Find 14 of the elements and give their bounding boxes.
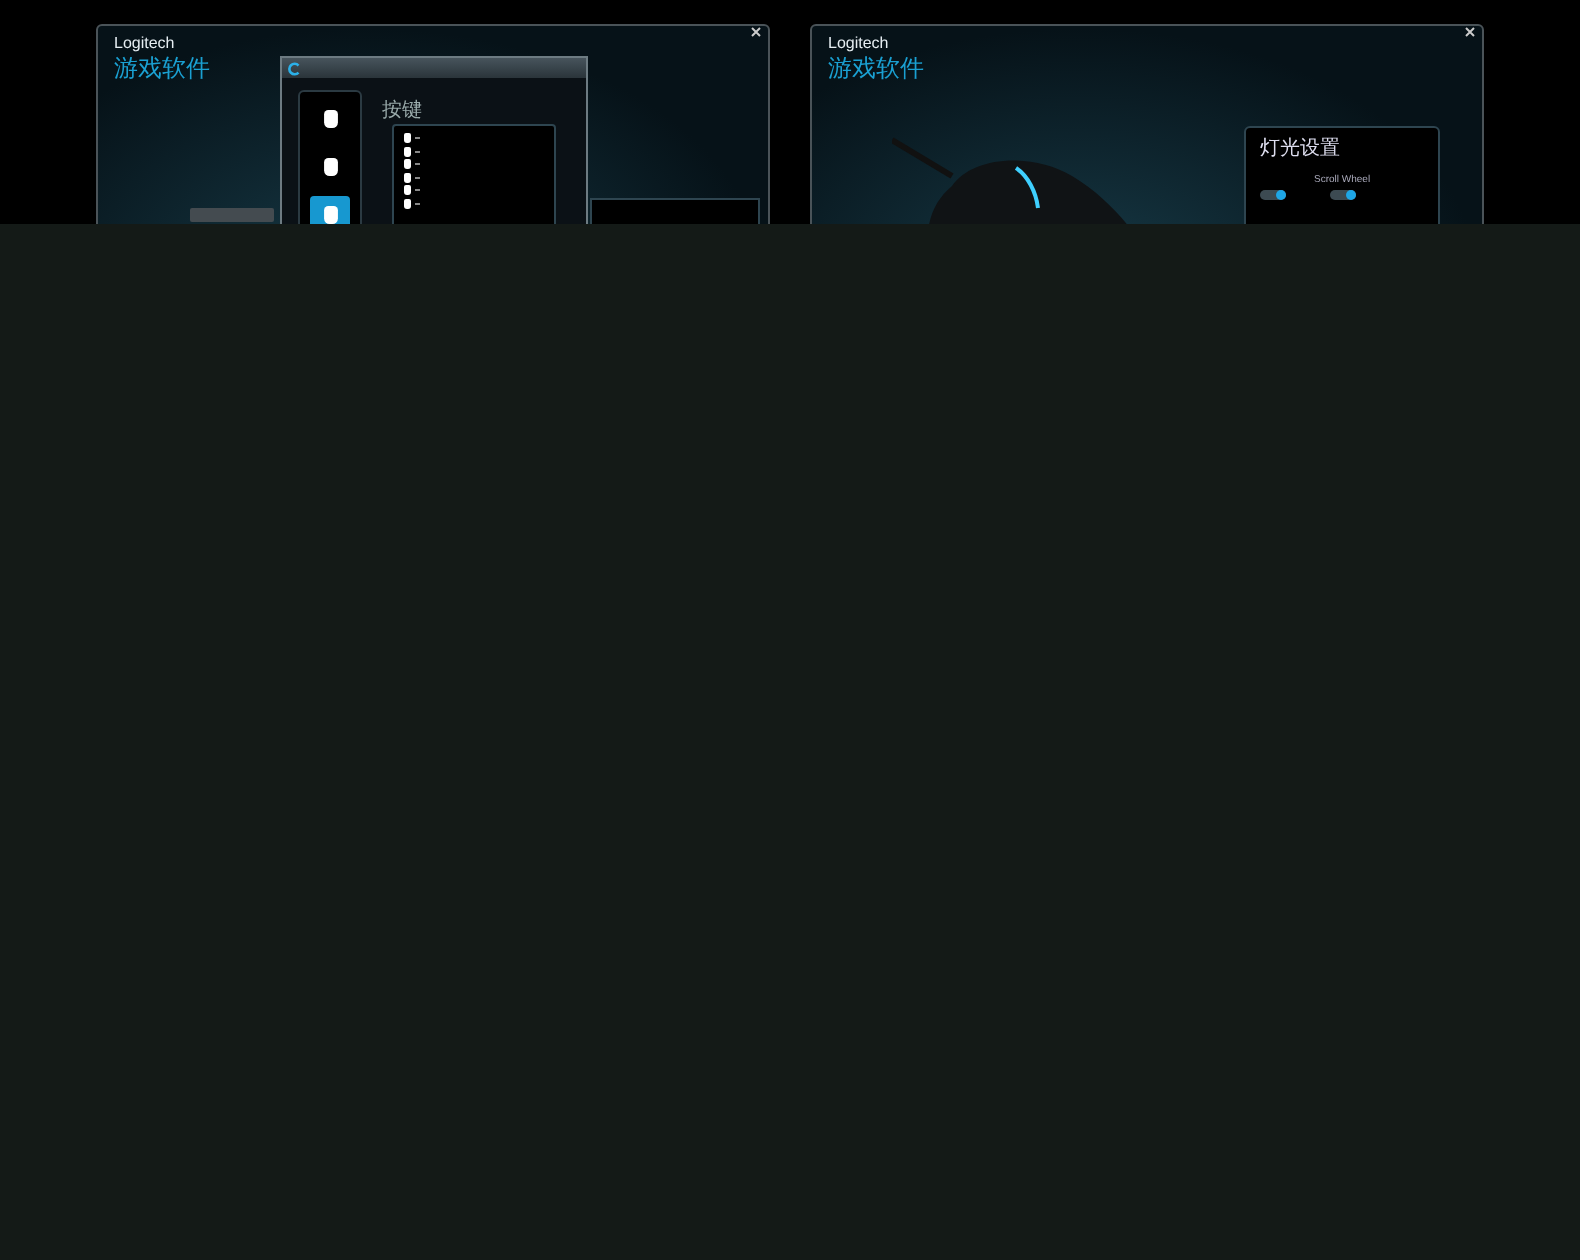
section-label: 按键 bbox=[382, 102, 422, 122]
brand-label: Logitech bbox=[114, 34, 175, 54]
close-icon[interactable] bbox=[750, 26, 762, 38]
mouse-icon bbox=[323, 205, 337, 223]
toggle-switch[interactable] bbox=[1260, 190, 1286, 200]
toggle-switch[interactable] bbox=[1329, 190, 1356, 200]
close-icon[interactable] bbox=[1464, 26, 1476, 38]
app-title: 游戏软件 bbox=[114, 54, 210, 82]
panel-title: 灯光设置 bbox=[1260, 138, 1342, 162]
app-title: 游戏软件 bbox=[828, 54, 924, 82]
logo-icon bbox=[288, 61, 302, 75]
brand-label: Logitech bbox=[828, 34, 889, 54]
mouse-icon bbox=[323, 109, 337, 127]
mouse-icon bbox=[323, 157, 337, 175]
